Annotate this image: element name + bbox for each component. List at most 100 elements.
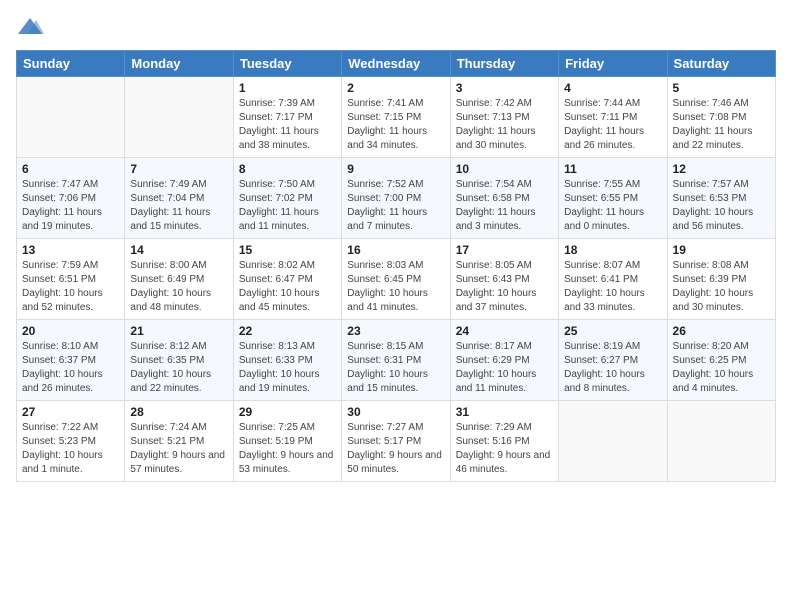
- calendar-day-cell: 6 Sunrise: 7:47 AM Sunset: 7:06 PM Daylig…: [17, 158, 125, 239]
- day-info: Sunrise: 7:46 AM Sunset: 7:08 PM Dayligh…: [673, 97, 770, 153]
- day-info: Sunrise: 8:05 AM Sunset: 6:43 PM Dayligh…: [456, 259, 553, 315]
- day-info: Sunrise: 8:07 AM Sunset: 6:41 PM Dayligh…: [564, 259, 661, 315]
- day-number: 23: [347, 324, 444, 338]
- calendar-week-row: 27 Sunrise: 7:22 AM Sunset: 5:23 PM Dayli…: [17, 401, 776, 482]
- calendar-day-cell: [667, 401, 775, 482]
- day-number: 22: [239, 324, 336, 338]
- day-of-week-header: Monday: [125, 51, 233, 77]
- day-number: 30: [347, 405, 444, 419]
- day-info: Sunrise: 7:52 AM Sunset: 7:00 PM Dayligh…: [347, 178, 444, 234]
- day-number: 28: [130, 405, 227, 419]
- calendar-day-cell: 25 Sunrise: 8:19 AM Sunset: 6:27 PM Dayli…: [559, 320, 667, 401]
- day-number: 5: [673, 81, 770, 95]
- calendar-day-cell: 23 Sunrise: 8:15 AM Sunset: 6:31 PM Dayli…: [342, 320, 450, 401]
- day-info: Sunrise: 8:19 AM Sunset: 6:27 PM Dayligh…: [564, 340, 661, 396]
- day-number: 31: [456, 405, 553, 419]
- day-number: 21: [130, 324, 227, 338]
- calendar-day-cell: 24Sunrise: 8:17 AM Sunset: 6:29 PM Dayli…: [450, 320, 558, 401]
- calendar-day-cell: 20 Sunrise: 8:10 AM Sunset: 6:37 PM Dayli…: [17, 320, 125, 401]
- day-number: 6: [22, 162, 119, 176]
- calendar-week-row: 20 Sunrise: 8:10 AM Sunset: 6:37 PM Dayli…: [17, 320, 776, 401]
- day-number: 11: [564, 162, 661, 176]
- day-number: 2: [347, 81, 444, 95]
- logo: [16, 16, 48, 38]
- calendar-day-cell: [559, 401, 667, 482]
- calendar-table: SundayMondayTuesdayWednesdayThursdayFrid…: [16, 50, 776, 482]
- day-info: Sunrise: 7:22 AM Sunset: 5:23 PM Dayligh…: [22, 421, 119, 477]
- day-info: Sunrise: 7:42 AM Sunset: 7:13 PM Dayligh…: [456, 97, 553, 153]
- day-of-week-header: Friday: [559, 51, 667, 77]
- calendar-day-cell: 12 Sunrise: 7:57 AM Sunset: 6:53 PM Dayli…: [667, 158, 775, 239]
- day-number: 29: [239, 405, 336, 419]
- calendar-day-cell: 31 Sunrise: 7:29 AM Sunset: 5:16 PM Dayli…: [450, 401, 558, 482]
- day-info: Sunrise: 7:57 AM Sunset: 6:53 PM Dayligh…: [673, 178, 770, 234]
- logo-icon: [16, 16, 44, 38]
- calendar-week-row: 6 Sunrise: 7:47 AM Sunset: 7:06 PM Daylig…: [17, 158, 776, 239]
- calendar-day-cell: 3 Sunrise: 7:42 AM Sunset: 7:13 PM Daylig…: [450, 77, 558, 158]
- day-number: 4: [564, 81, 661, 95]
- calendar-day-cell: 9 Sunrise: 7:52 AM Sunset: 7:00 PM Daylig…: [342, 158, 450, 239]
- day-info: Sunrise: 8:03 AM Sunset: 6:45 PM Dayligh…: [347, 259, 444, 315]
- day-info: Sunrise: 7:24 AM Sunset: 5:21 PM Dayligh…: [130, 421, 227, 477]
- calendar-header-row: SundayMondayTuesdayWednesdayThursdayFrid…: [17, 51, 776, 77]
- day-number: 27: [22, 405, 119, 419]
- day-info: Sunrise: 7:47 AM Sunset: 7:06 PM Dayligh…: [22, 178, 119, 234]
- day-number: 16: [347, 243, 444, 257]
- day-info: Sunrise: 7:25 AM Sunset: 5:19 PM Dayligh…: [239, 421, 336, 477]
- calendar-day-cell: 17 Sunrise: 8:05 AM Sunset: 6:43 PM Dayli…: [450, 239, 558, 320]
- day-number: 20: [22, 324, 119, 338]
- day-info: Sunrise: 7:27 AM Sunset: 5:17 PM Dayligh…: [347, 421, 444, 477]
- day-info: Sunrise: 8:20 AM Sunset: 6:25 PM Dayligh…: [673, 340, 770, 396]
- calendar-day-cell: 29 Sunrise: 7:25 AM Sunset: 5:19 PM Dayli…: [233, 401, 341, 482]
- calendar-day-cell: 16 Sunrise: 8:03 AM Sunset: 6:45 PM Dayli…: [342, 239, 450, 320]
- calendar-week-row: 13Sunrise: 7:59 AM Sunset: 6:51 PM Dayli…: [17, 239, 776, 320]
- day-number: 14: [130, 243, 227, 257]
- calendar-day-cell: [17, 77, 125, 158]
- day-number: 17: [456, 243, 553, 257]
- page-header: [16, 16, 776, 38]
- calendar-day-cell: 5 Sunrise: 7:46 AM Sunset: 7:08 PM Daylig…: [667, 77, 775, 158]
- day-info: Sunrise: 7:59 AM Sunset: 6:51 PM Dayligh…: [22, 259, 119, 315]
- day-number: 1: [239, 81, 336, 95]
- day-of-week-header: Tuesday: [233, 51, 341, 77]
- day-info: Sunrise: 8:08 AM Sunset: 6:39 PM Dayligh…: [673, 259, 770, 315]
- calendar-day-cell: 18 Sunrise: 8:07 AM Sunset: 6:41 PM Dayli…: [559, 239, 667, 320]
- calendar-day-cell: 4 Sunrise: 7:44 AM Sunset: 7:11 PM Daylig…: [559, 77, 667, 158]
- day-number: 24: [456, 324, 553, 338]
- day-info: Sunrise: 7:44 AM Sunset: 7:11 PM Dayligh…: [564, 97, 661, 153]
- calendar-day-cell: 10Sunrise: 7:54 AM Sunset: 6:58 PM Dayli…: [450, 158, 558, 239]
- calendar-day-cell: 2 Sunrise: 7:41 AM Sunset: 7:15 PM Daylig…: [342, 77, 450, 158]
- day-number: 9: [347, 162, 444, 176]
- calendar-day-cell: 8Sunrise: 7:50 AM Sunset: 7:02 PM Daylig…: [233, 158, 341, 239]
- day-number: 26: [673, 324, 770, 338]
- day-info: Sunrise: 8:13 AM Sunset: 6:33 PM Dayligh…: [239, 340, 336, 396]
- calendar-day-cell: 7Sunrise: 7:49 AM Sunset: 7:04 PM Daylig…: [125, 158, 233, 239]
- day-info: Sunrise: 7:41 AM Sunset: 7:15 PM Dayligh…: [347, 97, 444, 153]
- day-info: Sunrise: 7:29 AM Sunset: 5:16 PM Dayligh…: [456, 421, 553, 477]
- day-number: 25: [564, 324, 661, 338]
- calendar-day-cell: 11Sunrise: 7:55 AM Sunset: 6:55 PM Dayli…: [559, 158, 667, 239]
- day-info: Sunrise: 7:50 AM Sunset: 7:02 PM Dayligh…: [239, 178, 336, 234]
- calendar-week-row: 1Sunrise: 7:39 AM Sunset: 7:17 PM Daylig…: [17, 77, 776, 158]
- day-number: 3: [456, 81, 553, 95]
- calendar-day-cell: 28 Sunrise: 7:24 AM Sunset: 5:21 PM Dayli…: [125, 401, 233, 482]
- calendar-day-cell: 15 Sunrise: 8:02 AM Sunset: 6:47 PM Dayli…: [233, 239, 341, 320]
- calendar-day-cell: 27 Sunrise: 7:22 AM Sunset: 5:23 PM Dayli…: [17, 401, 125, 482]
- calendar-day-cell: 13Sunrise: 7:59 AM Sunset: 6:51 PM Dayli…: [17, 239, 125, 320]
- day-info: Sunrise: 8:15 AM Sunset: 6:31 PM Dayligh…: [347, 340, 444, 396]
- calendar-day-cell: 21Sunrise: 8:12 AM Sunset: 6:35 PM Dayli…: [125, 320, 233, 401]
- day-number: 12: [673, 162, 770, 176]
- day-info: Sunrise: 8:10 AM Sunset: 6:37 PM Dayligh…: [22, 340, 119, 396]
- day-number: 18: [564, 243, 661, 257]
- calendar-day-cell: 22 Sunrise: 8:13 AM Sunset: 6:33 PM Dayli…: [233, 320, 341, 401]
- day-number: 15: [239, 243, 336, 257]
- day-of-week-header: Thursday: [450, 51, 558, 77]
- day-of-week-header: Sunday: [17, 51, 125, 77]
- day-of-week-header: Wednesday: [342, 51, 450, 77]
- calendar-day-cell: 1Sunrise: 7:39 AM Sunset: 7:17 PM Daylig…: [233, 77, 341, 158]
- calendar-day-cell: [125, 77, 233, 158]
- day-info: Sunrise: 8:02 AM Sunset: 6:47 PM Dayligh…: [239, 259, 336, 315]
- day-info: Sunrise: 8:00 AM Sunset: 6:49 PM Dayligh…: [130, 259, 227, 315]
- day-info: Sunrise: 7:49 AM Sunset: 7:04 PM Dayligh…: [130, 178, 227, 234]
- day-of-week-header: Saturday: [667, 51, 775, 77]
